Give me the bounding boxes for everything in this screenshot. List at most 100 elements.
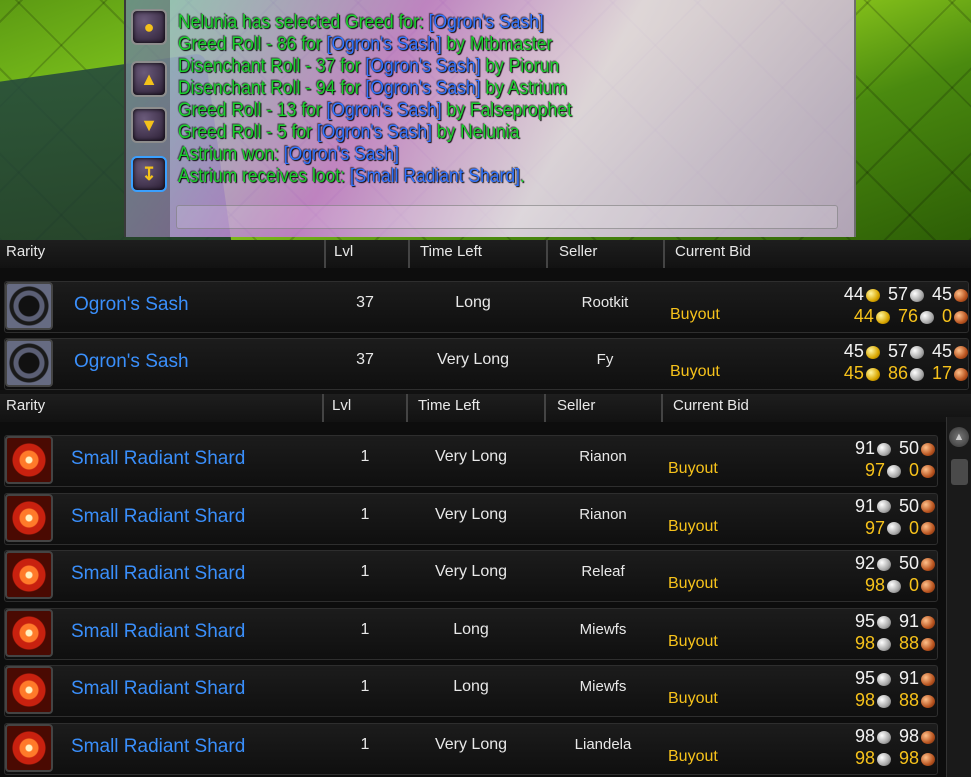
silver-coin-icon	[876, 442, 891, 456]
silver-coin-icon	[876, 730, 891, 744]
shard-icon[interactable]	[5, 666, 53, 715]
auction-row[interactable]: Small Radiant Shard 1 Long Miewfs Buyout 95 91…	[4, 665, 938, 718]
item-name[interactable]: Small Radiant Shard	[71, 448, 245, 470]
chat-text: Greed Roll - 86 for	[178, 34, 327, 55]
item-level: 37	[356, 351, 374, 368]
column-rarity[interactable]: Rarity	[0, 394, 324, 422]
auction-row[interactable]: Ogron's Sash 37 Very Long Fy Buyout 45 57 45 45 8…	[4, 338, 969, 390]
buyout-price: 97 0	[865, 518, 943, 538]
time-left: Very Long	[434, 448, 508, 465]
copper-amount: 45	[931, 341, 952, 361]
auction-row[interactable]: Ogron's Sash 37 Long Rootkit Buyout 44 57 45 44 7…	[4, 281, 969, 333]
auction-row[interactable]: Small Radiant Shard 1 Very Long Rianon Buyou…	[4, 435, 938, 487]
auction-row[interactable]: Small Radiant Shard 1 Very Long Liandela Buy…	[4, 723, 938, 775]
shard-icon[interactable]	[5, 436, 53, 484]
silver-coin-icon	[919, 310, 934, 324]
seller-name: Releaf	[581, 563, 625, 581]
buyout-label: Buyout	[668, 517, 718, 535]
chat-input[interactable]	[176, 205, 838, 229]
item-link[interactable]: [Ogron's Sash]	[317, 122, 432, 143]
current-bid: 91 50	[855, 438, 943, 458]
item-link[interactable]: [Small Radiant Shard]	[350, 166, 520, 187]
time-left: Long	[453, 620, 489, 638]
item-name[interactable]: Small Radiant Shard	[71, 506, 245, 528]
shard-icon[interactable]	[5, 551, 53, 600]
silver-coin-icon	[876, 752, 891, 766]
shard-icon[interactable]	[5, 608, 53, 657]
scroll-up-button[interactable]: ▲	[949, 427, 969, 447]
silver-amount: 98	[864, 575, 885, 596]
column-time-left[interactable]: Time Left	[412, 394, 546, 422]
silver-coin-icon	[876, 695, 891, 709]
chat-message: Nelunia has selected Greed for: [Ogron's…	[178, 12, 572, 34]
copper-coin-icon	[921, 464, 935, 478]
copper-amount: 0	[941, 306, 952, 326]
sash-icon[interactable]	[5, 339, 53, 387]
item-link[interactable]: [Ogron's Sash]	[429, 12, 544, 33]
item-link[interactable]: [Ogron's Sash]	[366, 78, 481, 99]
item-name[interactable]: Ogron's Sash	[74, 294, 189, 316]
current-bid: 44 57 45	[844, 284, 971, 304]
auction-row[interactable]: Small Radiant Shard 1 Long Miewfs Buyout 95 91…	[4, 607, 938, 660]
buyout-label: Buyout	[668, 460, 718, 477]
buyout-price: 97 0	[865, 460, 943, 480]
seller-name: Miewfs	[579, 678, 627, 696]
sash-icon[interactable]	[5, 282, 53, 330]
silver-amount: 98	[854, 690, 875, 711]
column-lvl[interactable]: Lvl	[326, 394, 408, 422]
buyout-label: Buyout	[670, 306, 720, 323]
buyout-price: 98 98	[855, 748, 943, 768]
current-bid: 91 50	[855, 496, 943, 516]
column-current-bid[interactable]: Current Bid	[669, 240, 971, 268]
scroll-down-icon[interactable]: ▼	[131, 107, 167, 143]
item-name[interactable]: Ogron's Sash	[74, 351, 189, 373]
copper-coin-icon	[954, 310, 968, 324]
buyout-price: 45 86 17	[844, 363, 971, 383]
chat-text: Disenchant Roll - 37 for	[178, 56, 366, 77]
item-name[interactable]: Small Radiant Shard	[71, 678, 245, 700]
chat-bubble-icon[interactable]: ●	[131, 9, 167, 45]
copper-coin-icon	[921, 752, 935, 766]
silver-amount: 95	[854, 668, 875, 689]
scroll-bottom-icon[interactable]: ↧	[131, 156, 167, 192]
item-name[interactable]: Small Radiant Shard	[71, 563, 245, 585]
column-seller[interactable]: Seller	[553, 240, 665, 268]
silver-coin-icon	[876, 557, 891, 571]
auction-row[interactable]: Small Radiant Shard 1 Very Long Releaf Buyou…	[4, 550, 938, 603]
shard-icon[interactable]	[5, 493, 53, 542]
seller-name: Rianon	[579, 505, 627, 523]
buyout-label: Buyout	[668, 575, 718, 593]
item-link[interactable]: [Ogron's Sash]	[284, 144, 399, 165]
scrollbar[interactable]: ▲	[946, 417, 971, 777]
silver-coin-icon	[876, 637, 891, 651]
copper-amount: 88	[898, 632, 919, 653]
item-name[interactable]: Small Radiant Shard	[71, 621, 245, 643]
buyout-price: 44 76 0	[854, 306, 971, 326]
silver-amount: 98	[854, 632, 875, 653]
item-link[interactable]: [Ogron's Sash]	[366, 56, 481, 77]
silver-amount: 86	[887, 363, 908, 383]
column-current-bid[interactable]: Current Bid	[667, 394, 943, 422]
column-rarity[interactable]: Rarity	[0, 240, 326, 268]
scroll-thumb[interactable]	[951, 459, 968, 485]
copper-coin-icon	[921, 695, 935, 709]
column-time-left[interactable]: Time Left	[414, 240, 548, 268]
silver-coin-icon	[909, 288, 924, 302]
time-left: Very Long	[434, 736, 508, 753]
scroll-up-icon[interactable]: ▲	[131, 61, 167, 97]
table-header: Rarity Lvl Time Left Seller Current Bid	[0, 240, 971, 268]
item-level: 37	[356, 294, 374, 311]
item-link[interactable]: [Ogron's Sash]	[327, 100, 442, 121]
copper-amount: 0	[908, 575, 919, 596]
column-seller[interactable]: Seller	[551, 394, 663, 422]
silver-coin-icon	[876, 500, 891, 514]
copper-coin-icon	[921, 637, 935, 651]
seller-name: Fy	[596, 351, 614, 368]
item-name[interactable]: Small Radiant Shard	[71, 736, 245, 758]
shard-icon[interactable]	[5, 724, 53, 772]
silver-amount: 97	[864, 460, 885, 480]
column-lvl[interactable]: Lvl	[328, 240, 410, 268]
auction-row[interactable]: Small Radiant Shard 1 Very Long Rianon Buyou…	[4, 492, 938, 545]
buyout-price: 98 0	[865, 575, 943, 595]
item-link[interactable]: [Ogron's Sash]	[327, 34, 442, 55]
